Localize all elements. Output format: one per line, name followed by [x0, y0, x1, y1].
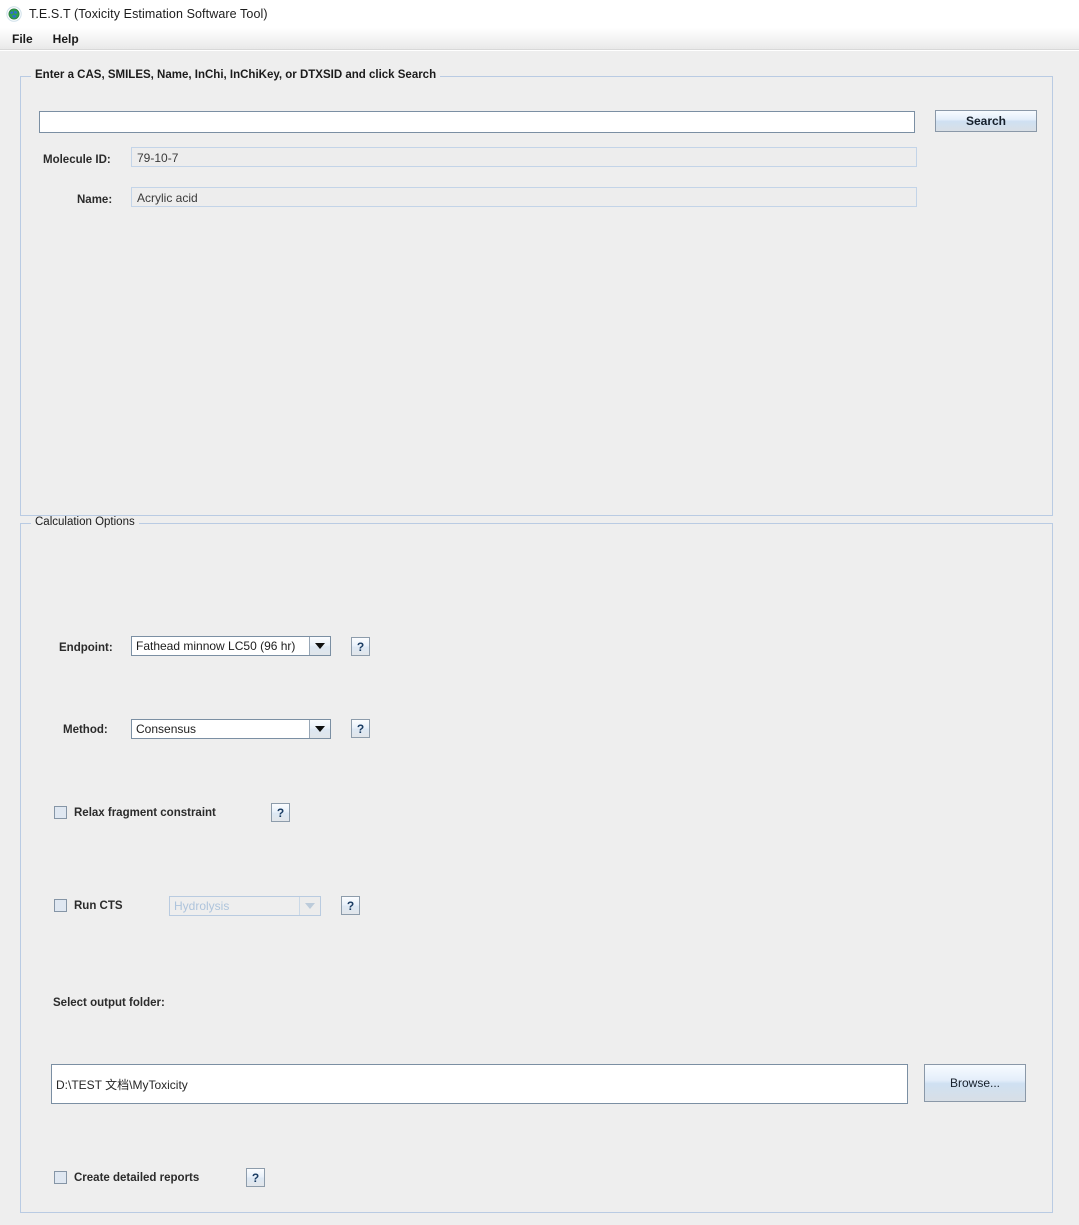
window-title: T.E.S.T (Toxicity Estimation Software To…: [29, 7, 268, 21]
search-button[interactable]: Search: [935, 110, 1037, 132]
endpoint-help-button[interactable]: ?: [351, 637, 370, 656]
cts-process-dropdown-value: Hydrolysis: [170, 897, 299, 915]
menu-bar: File Help: [0, 28, 1079, 50]
run-cts-help-button[interactable]: ?: [341, 896, 360, 915]
create-detailed-reports-label: Create detailed reports: [74, 1171, 200, 1184]
chevron-down-icon[interactable]: [309, 637, 330, 655]
molecule-id-value: 79-10-7: [131, 147, 917, 167]
globe-icon: [6, 6, 22, 22]
detailed-reports-help-button[interactable]: ?: [246, 1168, 265, 1187]
window-title-bar: T.E.S.T (Toxicity Estimation Software To…: [0, 0, 1079, 28]
endpoint-dropdown[interactable]: Fathead minnow LC50 (96 hr): [131, 636, 331, 656]
checkbox-box[interactable]: [54, 806, 67, 819]
relax-fragment-constraint-label: Relax fragment constraint: [74, 806, 216, 819]
menu-item-file[interactable]: File: [8, 31, 41, 47]
method-dropdown-value: Consensus: [132, 720, 309, 738]
molecule-id-label: Molecule ID:: [43, 154, 111, 166]
main-content: Enter a CAS, SMILES, Name, InChi, InChiK…: [0, 51, 1079, 1225]
name-value: Acrylic acid: [131, 187, 917, 207]
endpoint-dropdown-value: Fathead minnow LC50 (96 hr): [132, 637, 309, 655]
chevron-down-icon[interactable]: [309, 720, 330, 738]
search-panel: Enter a CAS, SMILES, Name, InChi, InChiK…: [20, 69, 1053, 516]
menu-item-help[interactable]: Help: [49, 31, 87, 47]
method-help-button[interactable]: ?: [351, 719, 370, 738]
chevron-down-icon: [299, 897, 320, 915]
endpoint-label: Endpoint:: [59, 642, 113, 654]
run-cts-checkbox[interactable]: Run CTS: [54, 899, 123, 912]
search-input[interactable]: [39, 111, 915, 133]
output-folder-label: Select output folder:: [53, 997, 165, 1009]
checkbox-box[interactable]: [54, 1171, 67, 1184]
cts-process-dropdown: Hydrolysis: [169, 896, 321, 916]
checkbox-box[interactable]: [54, 899, 67, 912]
run-cts-label: Run CTS: [74, 899, 123, 912]
search-panel-title: Enter a CAS, SMILES, Name, InChi, InChiK…: [31, 69, 441, 81]
method-label: Method:: [63, 724, 108, 736]
create-detailed-reports-checkbox[interactable]: Create detailed reports: [54, 1171, 199, 1184]
name-label: Name:: [77, 194, 113, 206]
output-folder-input[interactable]: [51, 1064, 908, 1104]
calculation-options-panel: Calculation Options Endpoint: Fathead mi…: [20, 516, 1053, 1213]
method-dropdown[interactable]: Consensus: [131, 719, 331, 739]
relax-fragment-constraint-checkbox[interactable]: Relax fragment constraint: [54, 806, 216, 819]
relax-fragment-help-button[interactable]: ?: [271, 803, 290, 822]
calculation-options-title: Calculation Options: [31, 516, 139, 528]
browse-button[interactable]: Browse...: [924, 1064, 1026, 1102]
